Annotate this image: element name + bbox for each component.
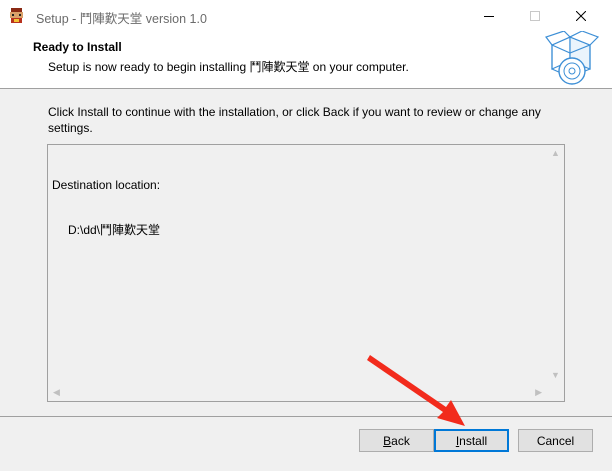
- scroll-up-icon[interactable]: ▲: [551, 149, 560, 158]
- minimize-icon: [484, 15, 494, 17]
- title-bar: Setup - 鬥陣歎天堂 version 1.0: [0, 0, 612, 31]
- footer-divider: [0, 416, 612, 417]
- minimize-button[interactable]: [466, 0, 512, 31]
- maximize-button: [512, 0, 558, 31]
- back-rest: ack: [391, 433, 410, 448]
- page-title: Ready to Install: [33, 40, 122, 54]
- instruction-text: Click Install to continue with the insta…: [48, 105, 541, 135]
- memo-content: Destination location: D:\dd\鬥陣歎天堂: [52, 148, 160, 268]
- install-button[interactable]: Install: [434, 429, 509, 452]
- maximize-icon: [530, 10, 540, 21]
- page-subtitle: Setup is now ready to begin installing 鬥…: [48, 60, 409, 74]
- close-button[interactable]: [558, 0, 604, 31]
- back-button[interactable]: Back: [359, 429, 434, 452]
- scroll-corner: [547, 384, 564, 401]
- destination-label: Destination location:: [52, 178, 161, 192]
- back-accel: B: [383, 433, 392, 448]
- close-icon: [576, 10, 586, 21]
- scroll-down-icon[interactable]: ▼: [551, 371, 560, 380]
- destination-path: D:\dd\鬥陣歎天堂: [68, 223, 161, 237]
- setup-app-icon[interactable]: [8, 7, 25, 24]
- install-rest: nstall: [459, 433, 488, 448]
- ready-memo[interactable]: Destination location: D:\dd\鬥陣歎天堂 ▲ ▼ ◀ …: [47, 144, 565, 402]
- install-box-cd-icon: [544, 30, 604, 89]
- horizontal-scrollbar[interactable]: ◀ ▶: [48, 384, 547, 401]
- window-title: Setup - 鬥陣歎天堂 version 1.0: [36, 12, 207, 26]
- cancel-button[interactable]: Cancel: [518, 429, 593, 452]
- vertical-scrollbar[interactable]: ▲ ▼: [547, 145, 564, 384]
- scroll-right-icon[interactable]: ▶: [535, 388, 542, 397]
- wizard-header: Ready to Install Setup is now ready to b…: [0, 30, 612, 89]
- scroll-left-icon[interactable]: ◀: [53, 388, 60, 397]
